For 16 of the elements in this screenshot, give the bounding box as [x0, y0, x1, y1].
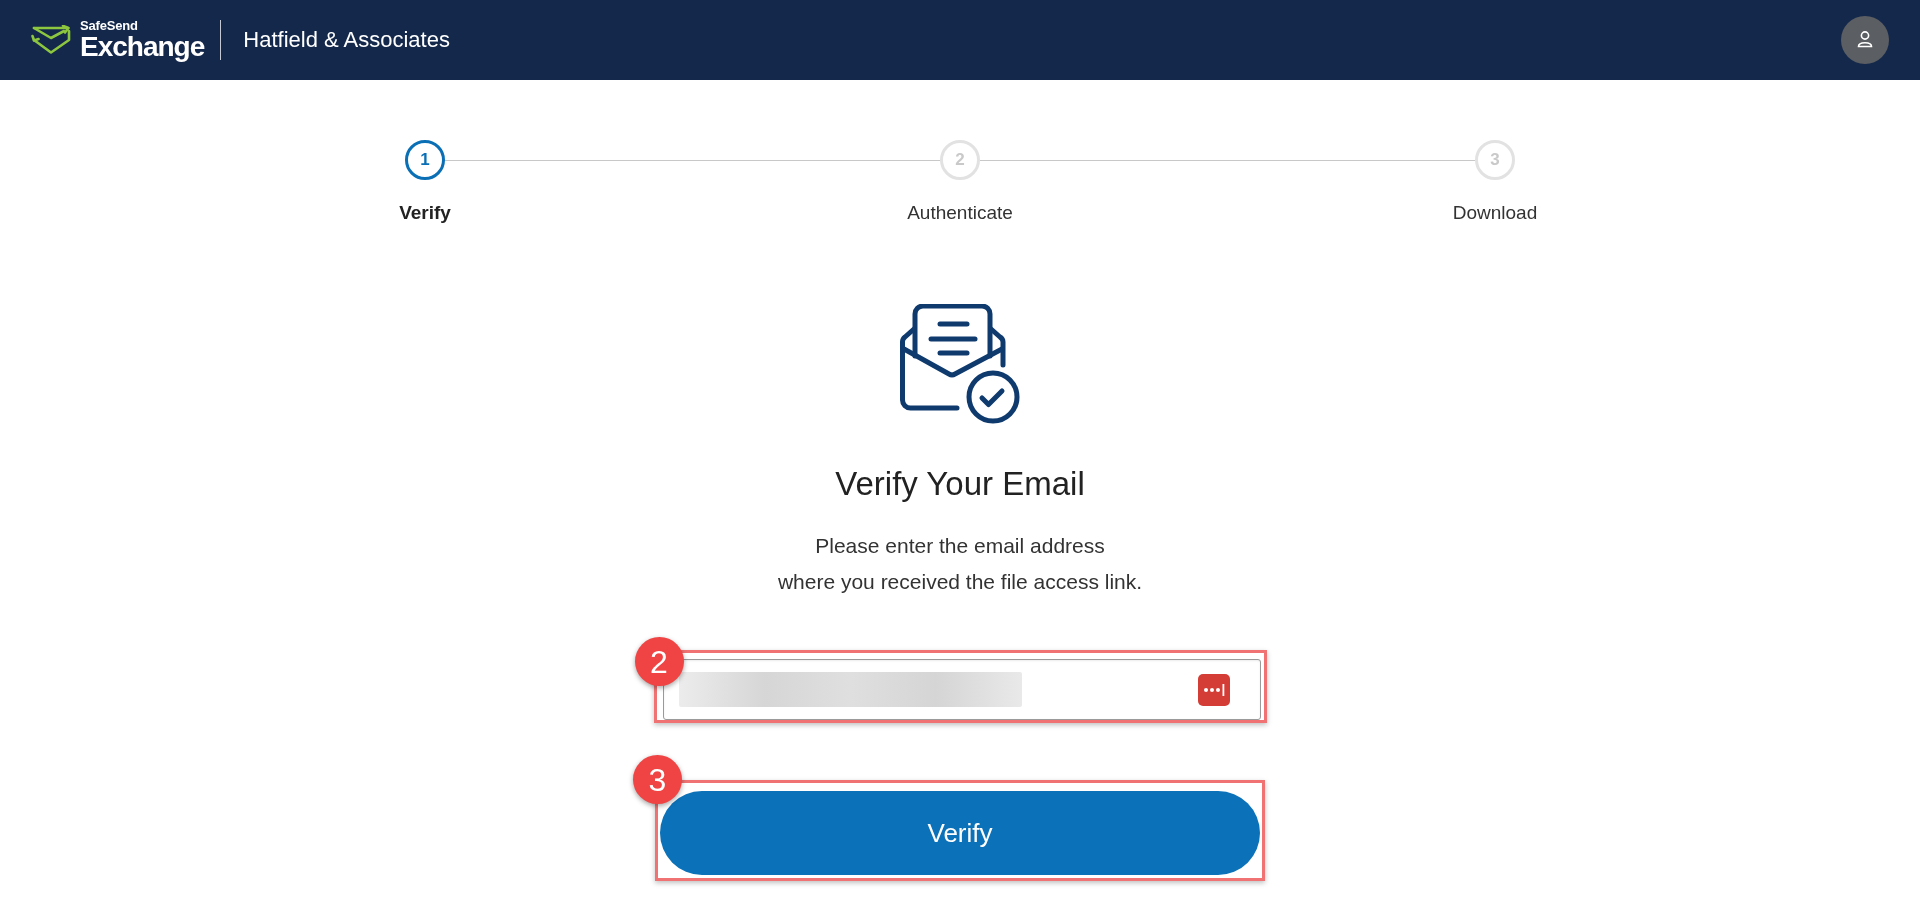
instruction-text: Please enter the email address where you received the file access link. [777, 533, 1143, 595]
verify-button[interactable]: Verify [660, 791, 1260, 875]
company-name: Hatfield & Associates [243, 26, 450, 54]
step-number-circle: 1 [405, 140, 445, 180]
envelope-check-icon [900, 304, 1020, 424]
callout-badge: 3 [633, 755, 682, 804]
step-label: Download [1452, 201, 1538, 224]
step-label: Verify [399, 201, 451, 224]
logo-text: Exchange [80, 33, 205, 61]
user-avatar-icon[interactable] [1841, 16, 1889, 64]
callout-badge: 2 [634, 637, 684, 686]
password-dots-icon[interactable] [1197, 673, 1230, 706]
logo-envelope-arrows-icon [31, 24, 72, 56]
step-label: Authenticate [907, 201, 1013, 224]
page-heading: Verify Your Email [835, 464, 1085, 504]
logo-text: SafeSend [80, 19, 139, 32]
